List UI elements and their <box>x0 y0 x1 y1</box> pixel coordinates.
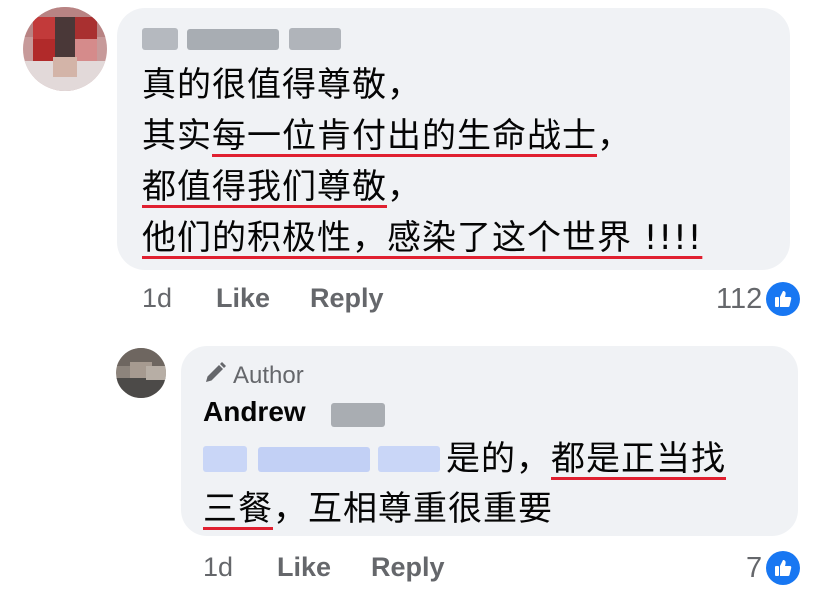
author-avatar[interactable] <box>116 348 166 398</box>
avatar-pixel <box>33 39 55 61</box>
comment-line-2: 其实每一位肯付出的生命战士， <box>142 111 632 162</box>
like-button[interactable]: Like <box>216 283 310 314</box>
reply-actions: 1d Like Reply <box>203 552 445 583</box>
reply-line-2: 三餐，互相尊重很重要 <box>203 484 553 535</box>
comment-actions: 1d Like Reply <box>142 283 384 314</box>
comment-text: 真的很值得尊敬， <box>142 65 422 105</box>
reply-line-1: 是的，都是正当找 <box>446 434 726 485</box>
pencil-icon <box>203 361 227 392</box>
comment-line-1: 真的很值得尊敬， <box>142 60 422 111</box>
avatar-pixel <box>75 39 97 61</box>
comment-line-3: 都值得我们尊敬， <box>142 162 422 213</box>
thumbs-up-icon <box>766 282 801 316</box>
author-badge-label: Author <box>233 362 304 389</box>
comment-line-4: 他们的积极性，感染了这个世界 !!!! <box>142 213 702 264</box>
like-button[interactable]: Like <box>277 552 371 583</box>
reaction-count: 112 <box>716 282 763 315</box>
comment-text: ， <box>387 167 422 207</box>
reply-text-underlined: 都是正当找 <box>551 439 726 479</box>
reply-button[interactable]: Reply <box>310 283 384 314</box>
comment-text-underlined: 他们的积极性，感染了这个世界 !!!! <box>142 218 703 258</box>
avatar-pixel <box>55 17 75 57</box>
comment-text: ， <box>597 116 632 156</box>
mention-redacted <box>378 446 440 472</box>
mention-redacted[interactable] <box>203 446 247 472</box>
reply-text: ，互相尊重很重要 <box>273 489 553 529</box>
reaction-summary[interactable]: 112 <box>716 282 801 316</box>
reply-text-underlined: 三餐 <box>203 489 273 529</box>
avatar-pixel <box>146 366 166 380</box>
thumbs-up-icon <box>766 551 801 585</box>
avatar-pixel <box>73 17 97 39</box>
author-badge: Author <box>203 361 304 392</box>
comment-text-underlined: 每一位肯付出的生命战士 <box>212 116 597 156</box>
author-first-name: Andrew <box>203 396 306 427</box>
avatar-pixel <box>116 378 166 398</box>
author-name[interactable]: Andrew <box>203 396 306 428</box>
mention-redacted <box>258 447 370 472</box>
commenter-name-redacted <box>187 29 279 50</box>
commenter-avatar[interactable] <box>23 7 107 91</box>
reply-text: 是的， <box>446 439 551 479</box>
reaction-count: 7 <box>746 551 763 584</box>
avatar-pixel <box>53 57 77 77</box>
comment-timestamp[interactable]: 1d <box>142 283 216 314</box>
comment-text-underlined: 都值得我们尊敬 <box>142 167 387 207</box>
reaction-summary[interactable]: 7 <box>746 551 801 585</box>
comment-text: 其实 <box>142 116 212 156</box>
reply-button[interactable]: Reply <box>371 552 445 583</box>
reply-timestamp[interactable]: 1d <box>203 552 277 583</box>
author-last-name-redacted <box>331 403 385 427</box>
commenter-name-redacted <box>289 28 341 50</box>
commenter-name-redacted[interactable] <box>142 28 178 50</box>
avatar-pixel <box>33 17 55 39</box>
